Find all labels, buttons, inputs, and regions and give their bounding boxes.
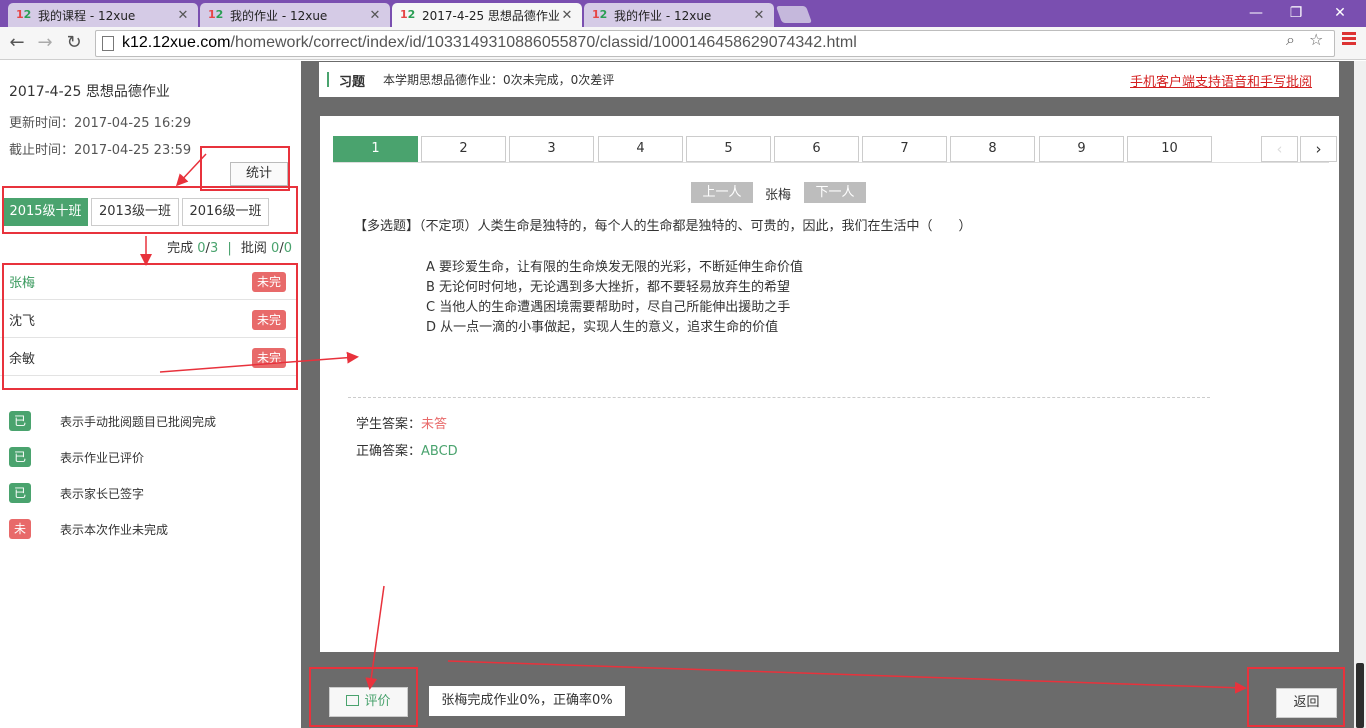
question-tab-1[interactable]: 1 <box>333 136 418 162</box>
deadline-time: 截止时间：2017-04-25 23:59 <box>9 143 192 158</box>
site-favicon-icon: 12 <box>592 8 608 21</box>
url-text: k12.12xue.com/homework/correct/index/id/… <box>122 34 857 51</box>
homework-title: 2017-4-25 思想品德作业 <box>9 84 170 100</box>
restore-icon[interactable]: ❐ <box>1276 3 1316 23</box>
browser-tab-homework[interactable]: 12 我的作业 - 12xue ✕ <box>200 3 390 27</box>
browser-menu-icon[interactable] <box>1342 32 1356 47</box>
answer-divider <box>348 397 1210 398</box>
legend-badge: 已批 <box>9 411 32 448</box>
prev-student-button[interactable]: 上一人 <box>691 182 753 203</box>
question-tab-9[interactable]: 9 <box>1039 136 1124 162</box>
legend-text: 表示本次作业未完成 <box>60 523 169 537</box>
forward-arrow-icon[interactable]: → <box>34 32 56 54</box>
site-favicon-icon: 12 <box>208 8 224 21</box>
close-icon[interactable]: ✕ <box>176 8 190 23</box>
student-name: 沈飞 <box>9 314 36 329</box>
stats-button[interactable]: 统计 <box>230 162 288 186</box>
close-icon[interactable]: ✕ <box>752 8 766 23</box>
back-arrow-icon[interactable]: ← <box>6 32 28 54</box>
question-tab-6[interactable]: 6 <box>774 136 859 162</box>
page-scrollbar[interactable] <box>1354 61 1366 728</box>
next-student-button[interactable]: 下一人 <box>804 182 866 203</box>
browser-tab-current[interactable]: 12 2017-4-25 思想品德作业 ✕ <box>392 3 582 27</box>
status-badge: 未完 <box>252 310 287 330</box>
option-c: C 当他人的生命遭遇困境需要帮助时，尽自己所能伸出援助之手 <box>426 300 791 315</box>
class-tab-2016-1[interactable]: 2016级一班 <box>182 198 269 226</box>
question-tab-2[interactable]: 2 <box>421 136 506 162</box>
evaluate-button[interactable]: 评价 <box>329 687 408 717</box>
url-input[interactable]: k12.12xue.com/homework/correct/index/id/… <box>95 30 1335 57</box>
legend-badge: 未完 <box>9 519 32 556</box>
homework-sidebar: 2017-4-25 思想品德作业 更新时间：2017-04-25 16:29 截… <box>0 61 301 728</box>
legend-text: 表示作业已评价 <box>60 451 145 465</box>
browser-tab-bar: 12 我的课程 - 12xue ✕ 12 我的作业 - 12xue ✕ 12 2… <box>0 0 1366 27</box>
current-student-name: 张梅 <box>765 188 792 203</box>
section-label: 习题 <box>339 75 366 90</box>
legend-badge: 已评 <box>9 447 32 484</box>
browser-tab-homework-2[interactable]: 12 我的作业 - 12xue ✕ <box>584 3 774 27</box>
tab-title: 2017-4-25 思想品德作业 <box>422 8 560 23</box>
site-favicon-icon: 12 <box>16 8 32 21</box>
question-tab-3[interactable]: 3 <box>509 136 594 162</box>
tab-divider <box>333 162 1329 163</box>
question-tab-7[interactable]: 7 <box>862 136 947 162</box>
page-icon <box>102 36 114 51</box>
legend-badge: 已签 <box>9 483 32 520</box>
student-name: 张梅 <box>9 276 36 291</box>
scrollbar-thumb[interactable] <box>1356 663 1364 728</box>
class-tab-2015-10[interactable]: 2015级十班 <box>3 198 88 226</box>
tab-title: 我的课程 - 12xue <box>38 8 136 23</box>
bookmark-star-icon[interactable]: ☆ <box>1309 30 1323 49</box>
correction-main: 习题 本学期思想品德作业：0次未完成，0次差评 手机客户端支持语音和手写批阅 1… <box>301 61 1354 728</box>
status-badge: 未完 <box>252 348 287 368</box>
mobile-client-link[interactable]: 手机客户端支持语音和手写批阅 <box>1130 71 1312 90</box>
completion-summary: 张梅完成作业0%，正确率0% <box>429 686 625 716</box>
return-button[interactable]: 返回 <box>1276 688 1337 718</box>
question-tab-4[interactable]: 4 <box>598 136 683 162</box>
close-icon[interactable]: ✕ <box>560 8 574 23</box>
legend-text: 表示手动批阅题目已批阅完成 <box>60 415 217 429</box>
reload-icon[interactable]: ↻ <box>63 32 85 54</box>
student-answer: 学生答案：未答 <box>356 417 448 432</box>
student-row-yumin[interactable]: 余敏 未完 <box>0 338 296 376</box>
window-close-icon[interactable]: ✕ <box>1320 3 1360 23</box>
tab-title: 我的作业 - 12xue <box>230 8 328 23</box>
minimize-icon[interactable]: — <box>1236 3 1276 23</box>
semester-stats: 本学期思想品德作业：0次未完成，0次差评 <box>383 73 615 87</box>
accent-bar <box>327 72 329 87</box>
browser-tab-courses[interactable]: 12 我的课程 - 12xue ✕ <box>8 3 198 27</box>
question-stem: 【多选题】（不定项）人类生命是独特的，每个人的生命都是独特的、可贵的，因此，我们… <box>354 219 972 234</box>
next-page-arrow-icon[interactable]: › <box>1300 136 1337 162</box>
progress-summary: 完成 0/3 | 批阅 0/0 <box>167 241 292 256</box>
student-row-shenfei[interactable]: 沈飞 未完 <box>0 300 296 338</box>
student-name: 余敏 <box>9 352 36 367</box>
info-bar: 习题 本学期思想品德作业：0次未完成，0次差评 手机客户端支持语音和手写批阅 <box>319 62 1339 97</box>
address-toolbar: ← → ↻ k12.12xue.com/homework/correct/ind… <box>0 27 1366 60</box>
class-tab-2013-1[interactable]: 2013级一班 <box>91 198 179 226</box>
option-d: D 从一点一滴的小事做起，实现人生的意义，追求生命的价值 <box>426 320 779 335</box>
question-tab-8[interactable]: 8 <box>950 136 1035 162</box>
question-tab-5[interactable]: 5 <box>686 136 771 162</box>
prev-page-arrow-icon[interactable]: ‹ <box>1261 136 1298 162</box>
close-icon[interactable]: ✕ <box>368 8 382 23</box>
question-card: 1 2 3 4 5 6 7 8 9 10 ‹ › 上一人 张梅 下一人 【多选题… <box>320 116 1339 652</box>
student-row-zhangmei[interactable]: 张梅 未完 <box>0 262 296 300</box>
option-a: A 要珍爱生命，让有限的生命焕发无限的光彩，不断延伸生命价值 <box>426 260 804 275</box>
question-tab-10[interactable]: 10 <box>1127 136 1212 162</box>
update-time: 更新时间：2017-04-25 16:29 <box>9 116 192 131</box>
zoom-icon[interactable]: ⌕ <box>1286 30 1295 50</box>
option-b: B 无论何时何地，无论遇到多大挫折，都不要轻易放弃生的希望 <box>426 280 791 295</box>
status-badge: 未完 <box>252 272 287 292</box>
edit-icon <box>346 695 360 706</box>
tab-title: 我的作业 - 12xue <box>614 8 712 23</box>
correct-answer: 正确答案：ABCD <box>356 444 458 459</box>
site-favicon-icon: 12 <box>400 8 416 21</box>
new-tab-button[interactable] <box>775 6 813 23</box>
legend-text: 表示家长已签字 <box>60 487 145 501</box>
